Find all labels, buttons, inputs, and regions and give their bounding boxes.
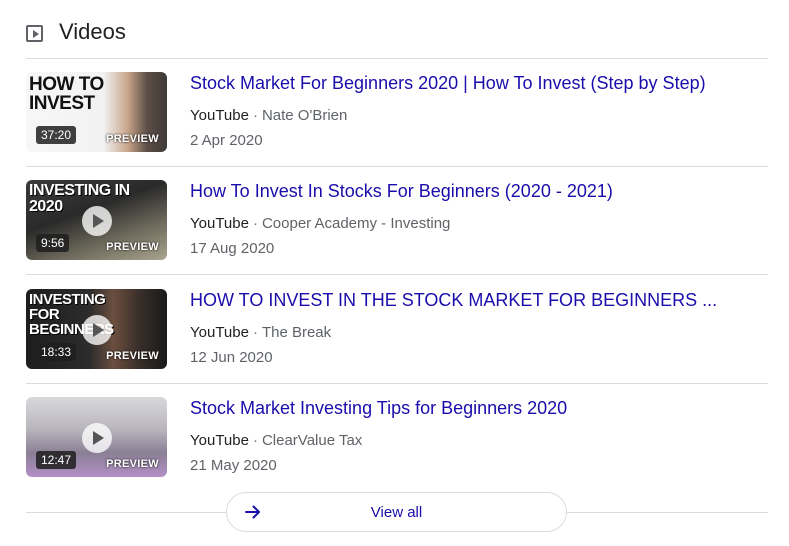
meta-separator: · [252,324,258,341]
thumbnail-art-text: HOW TO INVEST [29,74,104,114]
play-icon [82,315,112,345]
meta-separator: · [252,107,258,124]
video-result: INVESTING FOR BEGINNERS 18:33 PREVIEW HO… [26,289,768,369]
video-thumbnail[interactable]: HOW TO INVEST 37:20 PREVIEW [26,72,167,152]
video-source: YouTube [190,215,249,232]
video-title-link[interactable]: How To Invest In Stocks For Beginners (2… [190,181,613,202]
play-icon [82,206,112,236]
video-result: INVESTING IN 2020 9:56 PREVIEW How To In… [26,180,768,260]
view-all-label: View all [370,504,423,521]
preview-label: PREVIEW [106,458,159,470]
video-title-link[interactable]: Stock Market Investing Tips for Beginner… [190,398,567,419]
meta-separator: · [252,215,258,232]
play-icon [82,423,112,453]
preview-label: PREVIEW [106,133,159,145]
meta-separator: · [252,432,258,449]
video-meta: YouTube · The Break [190,324,331,341]
video-channel: Cooper Academy - Investing [261,215,451,232]
preview-label: PREVIEW [106,350,159,362]
videos-header: Videos [26,16,126,48]
preview-label: PREVIEW [106,241,159,253]
video-duration: 37:20 [36,126,77,144]
video-date: 12 Jun 2020 [190,349,273,366]
video-duration: 18:33 [36,343,77,361]
video-play-icon [26,24,43,42]
video-channel: ClearValue Tax [261,432,363,449]
section-title: Videos [59,19,126,44]
divider [26,274,768,275]
video-result: 12:47 PREVIEW Stock Market Investing Tip… [26,397,768,477]
video-thumbnail[interactable]: INVESTING FOR BEGINNERS 18:33 PREVIEW [26,289,167,369]
video-title-link[interactable]: Stock Market For Beginners 2020 | How To… [190,73,706,94]
video-thumbnail[interactable]: INVESTING IN 2020 9:56 PREVIEW [26,180,167,260]
video-thumbnail[interactable]: 12:47 PREVIEW [26,397,167,477]
video-date: 17 Aug 2020 [190,240,275,257]
video-channel: The Break [261,324,332,341]
view-all-button[interactable]: View all [226,492,567,532]
video-result: HOW TO INVEST 37:20 PREVIEW Stock Market… [26,72,768,152]
divider [26,512,226,513]
video-date: 2 Apr 2020 [190,132,263,149]
video-title-link[interactable]: HOW TO INVEST IN THE STOCK MARKET FOR BE… [190,290,717,311]
divider [26,166,768,167]
video-duration: 12:47 [36,451,77,469]
video-source: YouTube [190,432,249,449]
video-duration: 9:56 [36,234,70,252]
video-source: YouTube [190,324,249,341]
divider [567,512,768,513]
divider [26,383,768,384]
video-meta: YouTube · ClearValue Tax [190,432,362,449]
video-channel: Nate O'Brien [261,107,348,124]
video-meta: YouTube · Cooper Academy - Investing [190,215,450,232]
divider [26,58,768,59]
video-meta: YouTube · Nate O'Brien [190,107,347,124]
video-date: 21 May 2020 [190,457,277,474]
video-source: YouTube [190,107,249,124]
